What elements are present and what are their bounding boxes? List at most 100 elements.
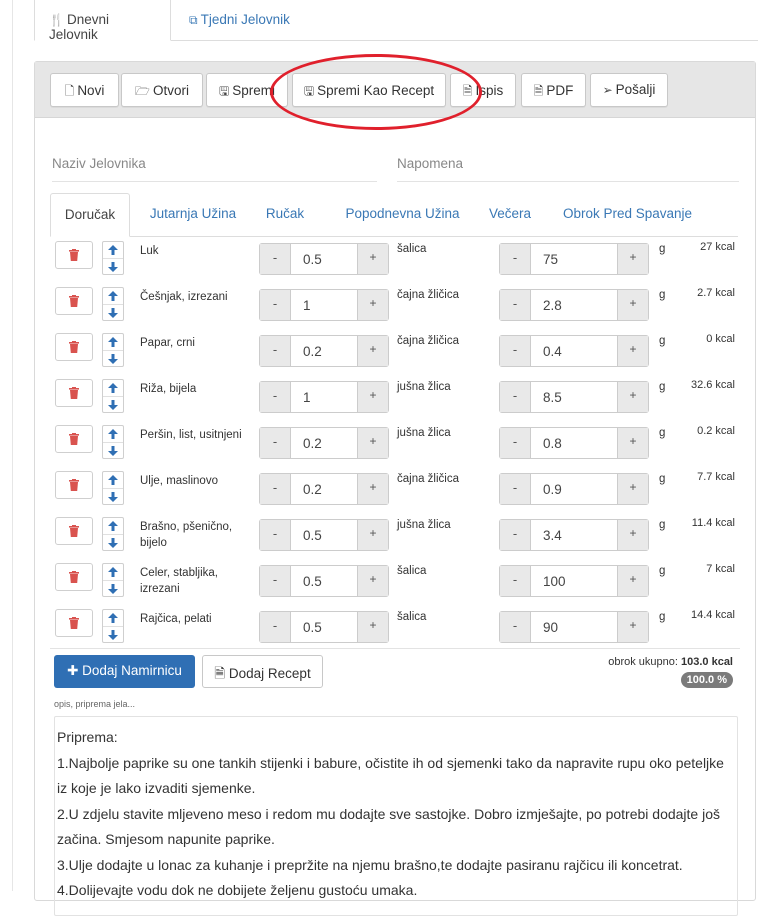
delete-button[interactable] bbox=[55, 425, 93, 453]
grams-input[interactable]: 0.4 bbox=[531, 336, 617, 366]
move-down-button[interactable] bbox=[103, 442, 123, 458]
grams-decrement-button[interactable]: - bbox=[500, 612, 531, 642]
quantity-input[interactable]: 0.5 bbox=[291, 612, 357, 642]
unit-select[interactable]: čajna žličica bbox=[397, 473, 459, 485]
grams-increment-button[interactable]: + bbox=[617, 612, 648, 642]
grams-input[interactable]: 8.5 bbox=[531, 382, 617, 412]
quantity-decrement-button[interactable]: - bbox=[260, 474, 291, 504]
quantity-input[interactable]: 0.2 bbox=[291, 474, 357, 504]
add-recipe-button[interactable]: 🗎 Dodaj Recept bbox=[202, 655, 323, 688]
quantity-decrement-button[interactable]: - bbox=[260, 612, 291, 642]
delete-button[interactable] bbox=[55, 287, 93, 315]
tab-jutarnja-uzina[interactable]: Jutarnja Užina bbox=[138, 193, 248, 237]
quantity-input[interactable]: 0.5 bbox=[291, 520, 357, 550]
grams-decrement-button[interactable]: - bbox=[500, 474, 531, 504]
delete-button[interactable] bbox=[55, 379, 93, 407]
grams-decrement-button[interactable]: - bbox=[500, 520, 531, 550]
unit-select[interactable]: šalica bbox=[397, 611, 426, 623]
send-button[interactable]: ➢ Pošalji bbox=[590, 73, 668, 107]
quantity-increment-button[interactable]: + bbox=[357, 244, 388, 274]
move-down-button[interactable] bbox=[103, 626, 123, 642]
tab-popodnevna-uzina[interactable]: Popodnevna Užina bbox=[330, 193, 475, 237]
quantity-decrement-button[interactable]: - bbox=[260, 520, 291, 550]
grams-input[interactable]: 2.8 bbox=[531, 290, 617, 320]
quantity-decrement-button[interactable]: - bbox=[260, 290, 291, 320]
grams-increment-button[interactable]: + bbox=[617, 520, 648, 550]
quantity-increment-button[interactable]: + bbox=[357, 290, 388, 320]
grams-input[interactable]: 3.4 bbox=[531, 520, 617, 550]
delete-button[interactable] bbox=[55, 241, 93, 269]
print-button[interactable]: 🗎 Ispis bbox=[450, 73, 516, 107]
tab-rucak[interactable]: Ručak bbox=[255, 193, 315, 237]
grams-decrement-button[interactable]: - bbox=[500, 382, 531, 412]
unit-select[interactable]: jušna žlica bbox=[397, 381, 451, 393]
grams-decrement-button[interactable]: - bbox=[500, 566, 531, 596]
move-down-button[interactable] bbox=[103, 304, 123, 320]
move-up-button[interactable] bbox=[103, 518, 123, 534]
tab-vecera[interactable]: Večera bbox=[480, 193, 540, 237]
tab-obrok-pred-spavanje[interactable]: Obrok Pred Spavanje bbox=[555, 193, 700, 237]
move-down-button[interactable] bbox=[103, 350, 123, 366]
move-down-button[interactable] bbox=[103, 258, 123, 274]
grams-input[interactable]: 75 bbox=[531, 244, 617, 274]
grams-input[interactable]: 100 bbox=[531, 566, 617, 596]
quantity-increment-button[interactable]: + bbox=[357, 612, 388, 642]
grams-decrement-button[interactable]: - bbox=[500, 244, 531, 274]
move-down-button[interactable] bbox=[103, 488, 123, 504]
quantity-decrement-button[interactable]: - bbox=[260, 566, 291, 596]
add-ingredient-button[interactable]: ✚ Dodaj Namirnicu bbox=[54, 655, 195, 688]
move-up-button[interactable] bbox=[103, 472, 123, 488]
move-up-button[interactable] bbox=[103, 242, 123, 258]
move-down-button[interactable] bbox=[103, 396, 123, 412]
delete-button[interactable] bbox=[55, 517, 93, 545]
grams-increment-button[interactable]: + bbox=[617, 474, 648, 504]
note-input[interactable]: Napomena bbox=[397, 156, 463, 171]
delete-button[interactable] bbox=[55, 471, 93, 499]
quantity-input[interactable]: 1 bbox=[291, 382, 357, 412]
quantity-decrement-button[interactable]: - bbox=[260, 382, 291, 412]
grams-increment-button[interactable]: + bbox=[617, 566, 648, 596]
unit-select[interactable]: jušna žlica bbox=[397, 427, 451, 439]
tab-dnevni-jelovnik[interactable]: 🍴 Dnevni Jelovnik bbox=[34, 0, 171, 42]
grams-increment-button[interactable]: + bbox=[617, 382, 648, 412]
grams-input[interactable]: 0.8 bbox=[531, 428, 617, 458]
grams-increment-button[interactable]: + bbox=[617, 428, 648, 458]
quantity-decrement-button[interactable]: - bbox=[260, 336, 291, 366]
open-button[interactable]: 🗁 Otvori bbox=[121, 73, 203, 107]
unit-select[interactable]: šalica bbox=[397, 565, 426, 577]
quantity-input[interactable]: 0.2 bbox=[291, 428, 357, 458]
quantity-input[interactable]: 1 bbox=[291, 290, 357, 320]
grams-increment-button[interactable]: + bbox=[617, 290, 648, 320]
grams-input[interactable]: 0.9 bbox=[531, 474, 617, 504]
quantity-increment-button[interactable]: + bbox=[357, 336, 388, 366]
tab-dorucak[interactable]: Doručak bbox=[50, 193, 130, 237]
quantity-increment-button[interactable]: + bbox=[357, 382, 388, 412]
move-up-button[interactable] bbox=[103, 334, 123, 350]
grams-decrement-button[interactable]: - bbox=[500, 336, 531, 366]
unit-select[interactable]: čajna žličica bbox=[397, 289, 459, 301]
new-button[interactable]: 🗋 Novi bbox=[50, 73, 119, 107]
quantity-increment-button[interactable]: + bbox=[357, 474, 388, 504]
move-down-button[interactable] bbox=[103, 534, 123, 550]
menu-name-input[interactable]: Naziv Jelovnika bbox=[52, 156, 146, 171]
unit-select[interactable]: jušna žlica bbox=[397, 519, 451, 531]
delete-button[interactable] bbox=[55, 609, 93, 637]
delete-button[interactable] bbox=[55, 333, 93, 361]
delete-button[interactable] bbox=[55, 563, 93, 591]
unit-select[interactable]: šalica bbox=[397, 243, 426, 255]
grams-decrement-button[interactable]: - bbox=[500, 290, 531, 320]
grams-increment-button[interactable]: + bbox=[617, 336, 648, 366]
quantity-increment-button[interactable]: + bbox=[357, 520, 388, 550]
quantity-increment-button[interactable]: + bbox=[357, 428, 388, 458]
grams-decrement-button[interactable]: - bbox=[500, 428, 531, 458]
quantity-increment-button[interactable]: + bbox=[357, 566, 388, 596]
save-button[interactable]: 🖫 Spremi bbox=[206, 73, 288, 107]
grams-input[interactable]: 90 bbox=[531, 612, 617, 642]
quantity-decrement-button[interactable]: - bbox=[260, 428, 291, 458]
grams-increment-button[interactable]: + bbox=[617, 244, 648, 274]
tab-tjedni-jelovnik[interactable]: ⧉ Tjedni Jelovnik bbox=[175, 0, 305, 41]
save-as-recipe-button[interactable]: 🖫 Spremi Kao Recept bbox=[292, 73, 446, 107]
move-up-button[interactable] bbox=[103, 564, 123, 580]
quantity-input[interactable]: 0.5 bbox=[291, 566, 357, 596]
move-up-button[interactable] bbox=[103, 426, 123, 442]
